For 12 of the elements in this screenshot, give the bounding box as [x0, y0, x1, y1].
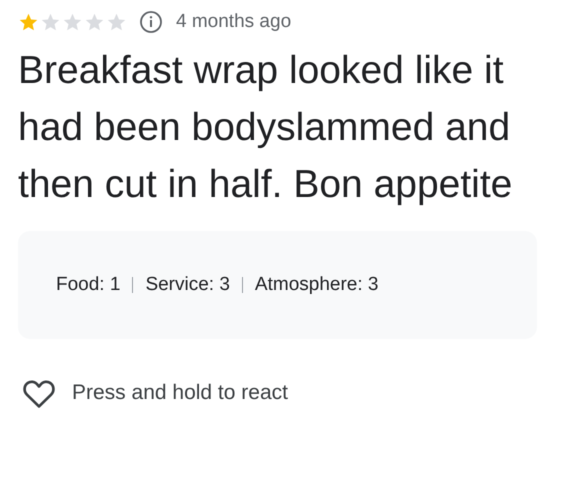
review-time: 4 months ago [176, 11, 292, 33]
react-hint[interactable]: Press and hold to react [72, 381, 288, 405]
star-icon [62, 12, 83, 32]
star-icon [40, 12, 61, 32]
rating-label: Service: 3 [145, 274, 230, 296]
star-icon [84, 12, 105, 32]
rating-label: Food: 1 [56, 274, 120, 296]
info-icon[interactable] [139, 10, 163, 34]
star-icon [106, 12, 127, 32]
review-text: Breakfast wrap looked like it had been bodyslammed and then cut in half. Bon appetite [18, 48, 514, 208]
rating-label: Atmosphere: 3 [254, 274, 378, 296]
star-icon [18, 12, 39, 32]
